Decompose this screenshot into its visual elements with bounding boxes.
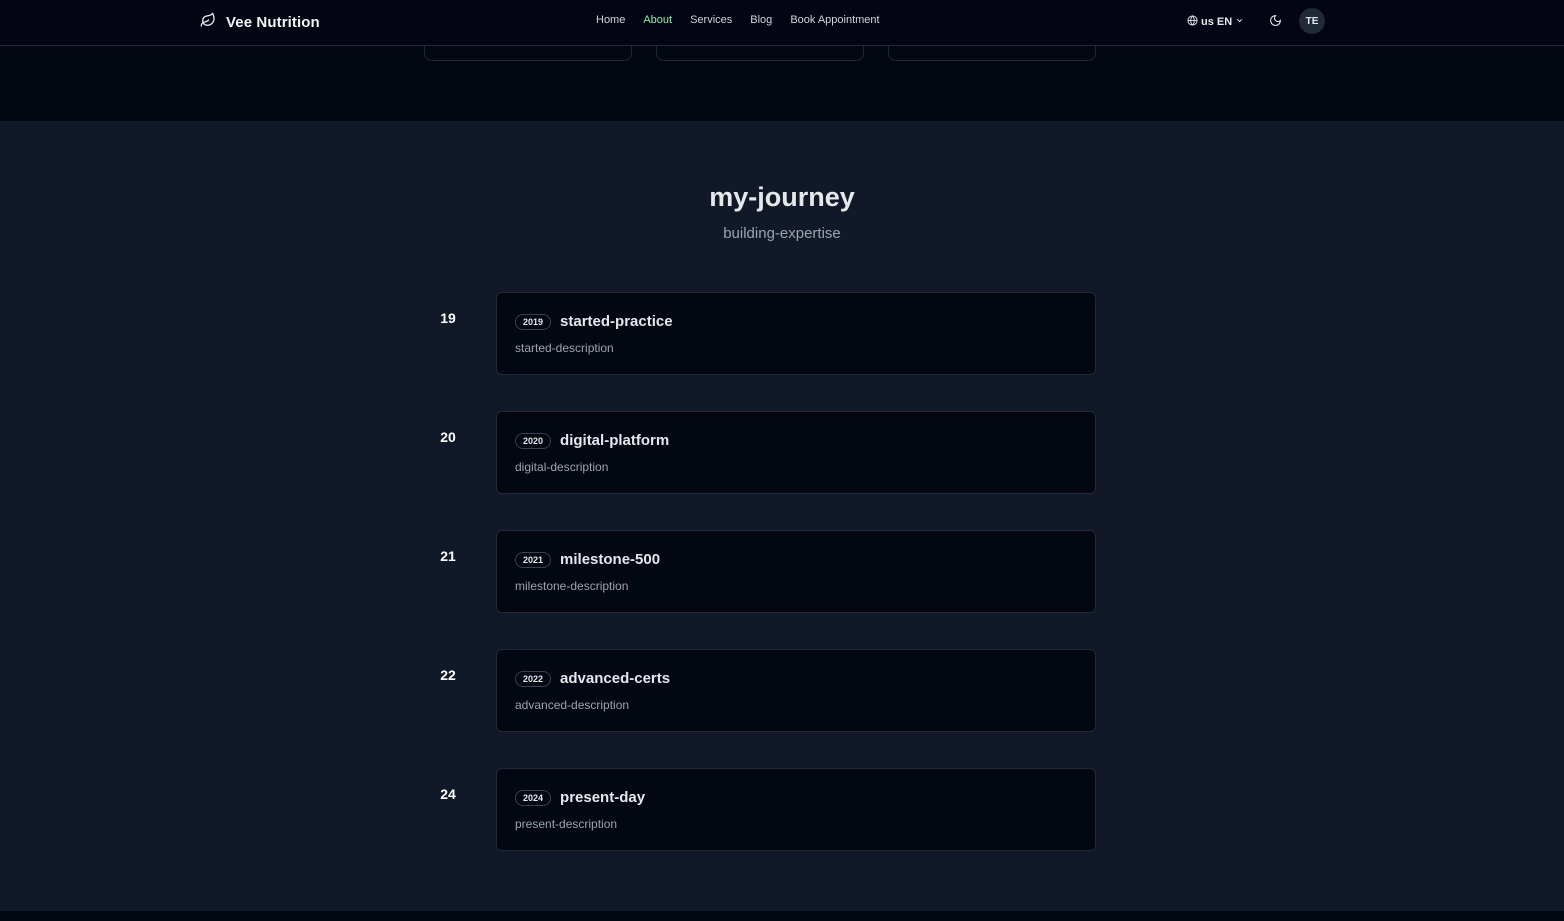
main-nav: Home About Services Blog Book Appointmen… [596,14,898,26]
chevron-down-icon [1235,16,1244,28]
timeline-marker: 22 [440,667,456,683]
section-title: my-journey [709,182,855,212]
timeline-description: advanced-description [515,698,630,712]
timeline-card: 2020 digital-platform digital-descriptio… [496,411,1096,494]
timeline-description: started-description [515,341,614,355]
timeline-description: digital-description [515,460,609,474]
timeline-title: present-day [560,789,646,806]
timeline-marker: 20 [440,429,456,445]
nav-about[interactable]: About [643,14,672,26]
timeline-description: present-description [515,817,618,831]
timeline-card: 2024 present-day present-description [496,768,1096,851]
timeline-description: milestone-description [515,579,629,593]
nav-home[interactable]: Home [596,14,625,26]
timeline-card: 2019 started-practice started-descriptio… [496,292,1096,375]
year-badge: 2021 [515,551,552,568]
timeline-title: milestone-500 [560,551,661,568]
timeline-item: 20 2020 digital-platform digital-descrip… [0,411,1564,494]
nav-book-appointment[interactable]: Book Appointment [790,14,879,26]
language-label: us EN [1201,16,1233,28]
timeline-marker: 24 [440,786,456,802]
user-avatar[interactable]: TE [1299,8,1325,34]
moon-icon [1268,14,1282,31]
globe-icon [1187,15,1198,29]
year-badge: 2022 [515,670,552,687]
timeline-item: 24 2024 present-day present-description [0,768,1564,851]
year-badge: 2019 [515,313,552,330]
language-selector[interactable]: us EN [1187,13,1244,31]
timeline-item: 19 2019 started-practice started-descrip… [0,292,1564,375]
timeline-title: advanced-certs [560,670,671,687]
timeline-marker: 21 [440,548,456,564]
timeline-item: 22 2022 advanced-certs advanced-descript… [0,649,1564,732]
leaf-icon [200,12,216,33]
brand-name: Vee Nutrition [226,13,320,31]
timeline-card: 2021 milestone-500 milestone-description [496,530,1096,613]
brand-logo-link[interactable]: Vee Nutrition [200,12,320,32]
nav-blog[interactable]: Blog [750,14,772,26]
section-subtitle: building-expertise [723,225,841,242]
timeline-marker: 19 [440,310,456,326]
timeline-card: 2022 advanced-certs advanced-description [496,649,1096,732]
theme-toggle-button[interactable] [1268,13,1284,29]
timeline-item: 21 2021 milestone-500 milestone-descript… [0,530,1564,613]
year-badge: 2024 [515,789,552,806]
next-section-edge [0,911,1564,921]
year-badge: 2020 [515,432,552,449]
nav-services[interactable]: Services [690,14,732,26]
timeline-title: started-practice [560,313,673,330]
timeline-title: digital-platform [560,432,670,449]
site-header: Vee Nutrition Home About Services Blog B… [0,0,1564,46]
